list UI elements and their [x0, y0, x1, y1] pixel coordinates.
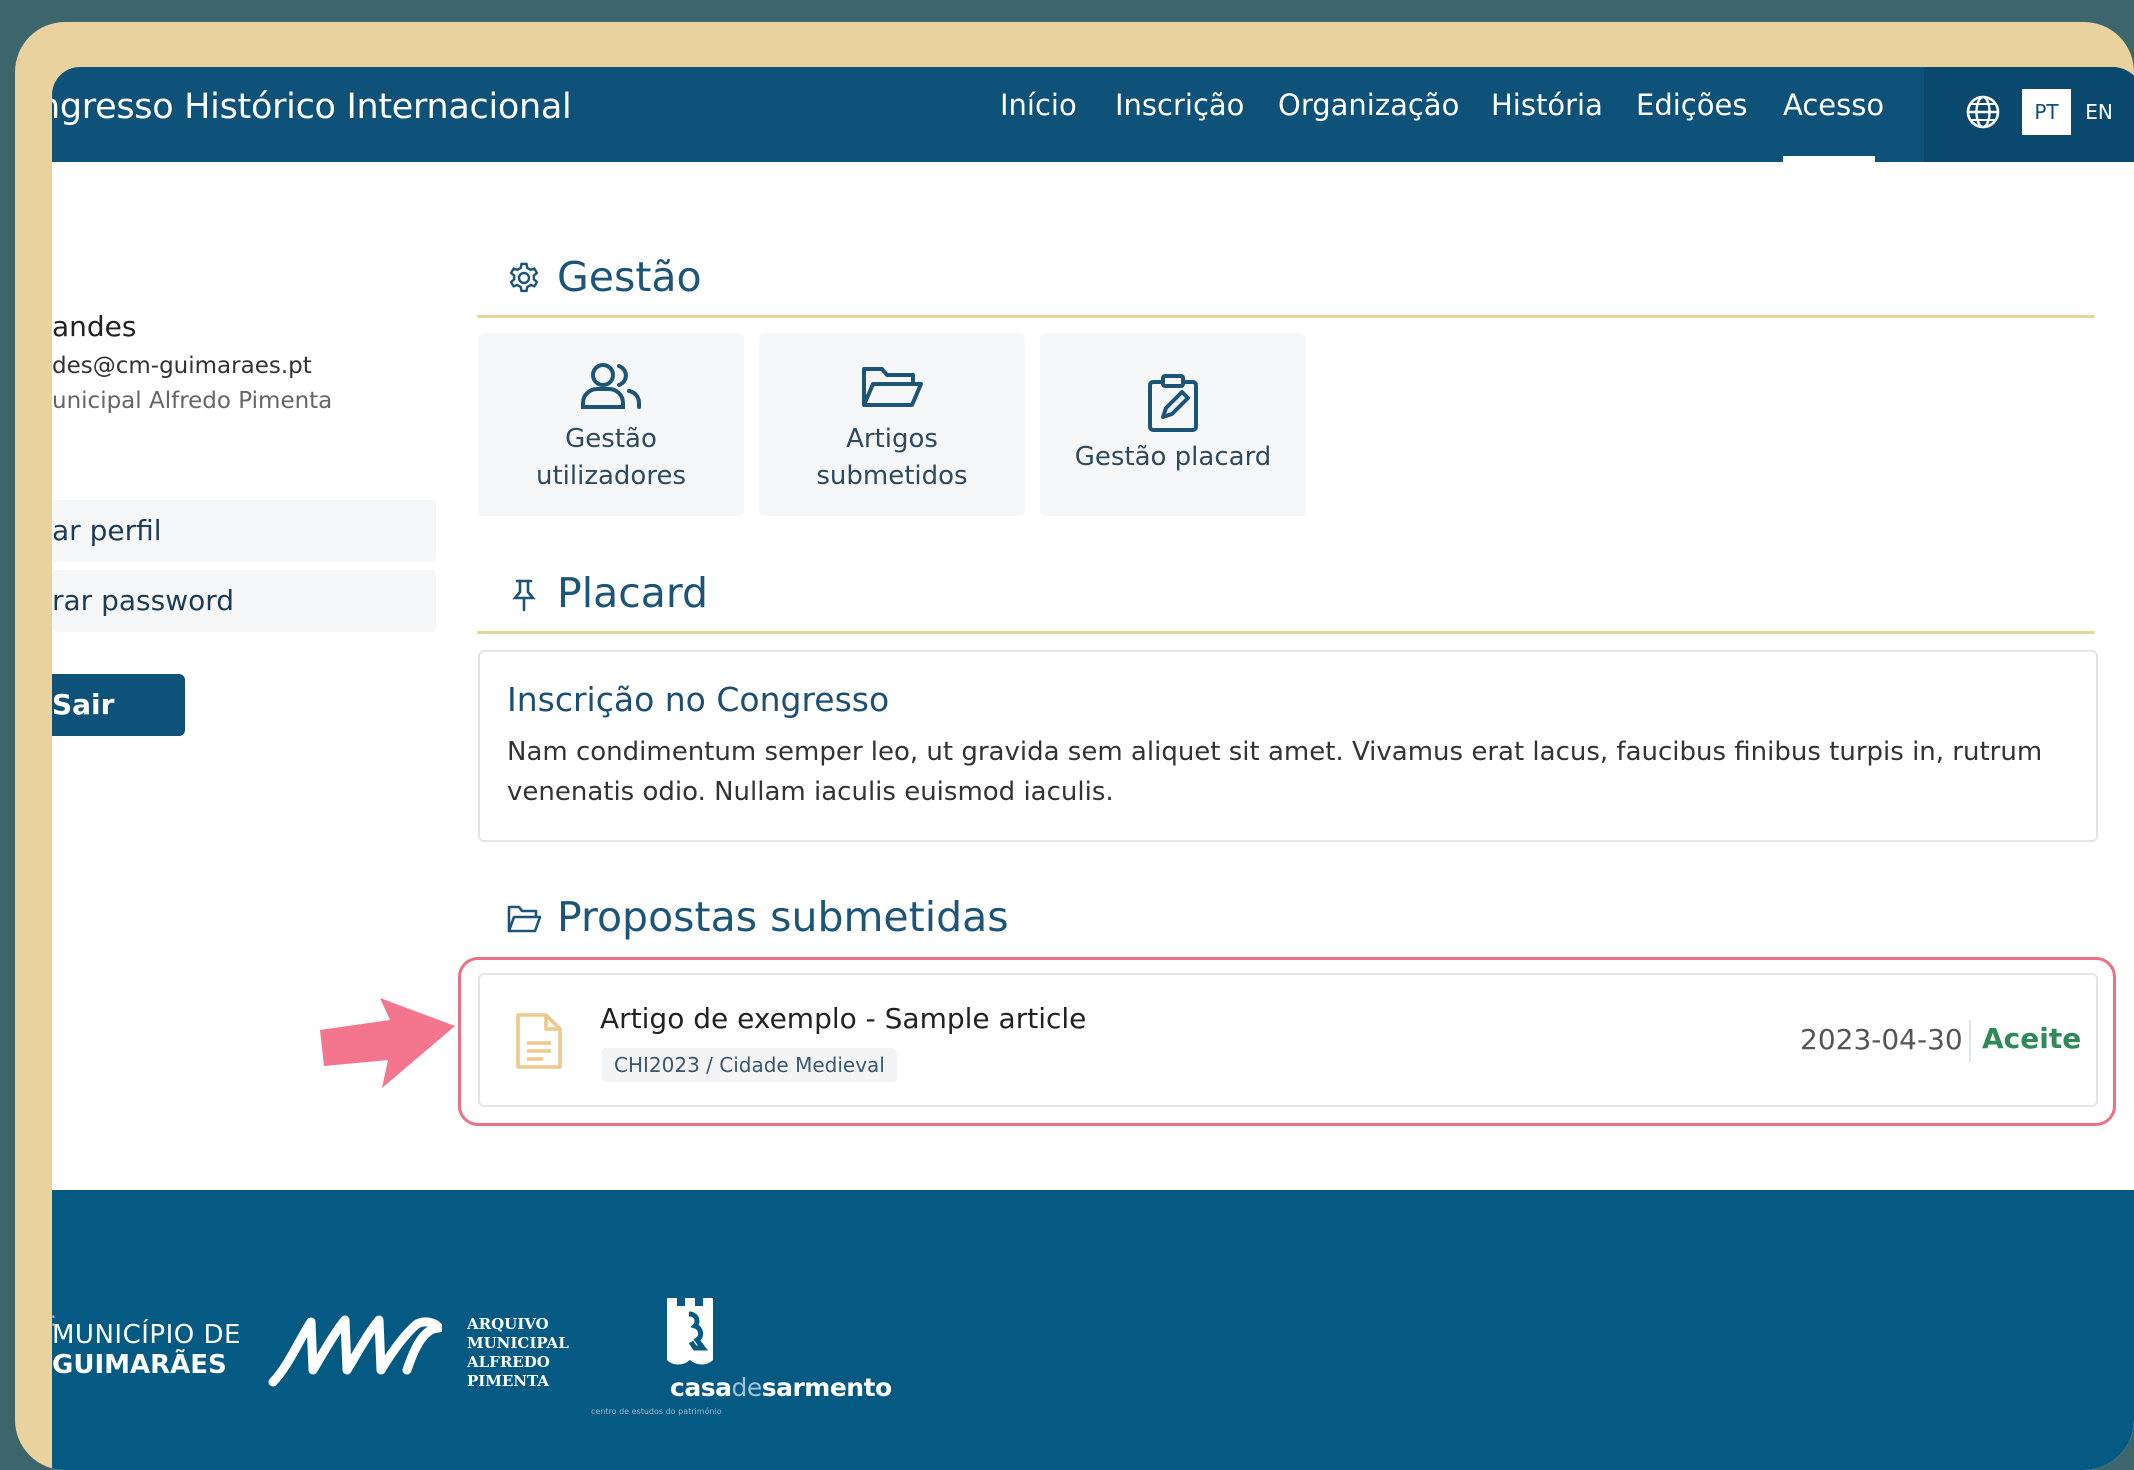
arquivo-municipal-logo[interactable] [267, 1310, 442, 1395]
nav-organizacao[interactable]: Organização [1278, 88, 1459, 122]
nav-inicio[interactable]: Início [1000, 88, 1077, 122]
footer: : MUNICÍPIO DE GUIMARÃES ARQUIVO MUNICIP… [52, 1190, 2134, 1470]
casa-sarmento-subtitle: centro de estudos do património [591, 1407, 722, 1416]
tile-label-line1: Gestão placard [1074, 442, 1272, 472]
globe-icon[interactable] [1965, 94, 2001, 130]
tile-label-line2: utilizadores [536, 461, 686, 491]
placard-divider [477, 631, 2095, 634]
casa-text-a: casa [670, 1373, 732, 1402]
lang-en-button[interactable]: EN [2073, 89, 2125, 135]
user-email: des@cm-guimaraes.pt [52, 353, 312, 379]
pointer-arrow-icon [320, 998, 455, 1088]
change-password-button[interactable]: rar password [52, 570, 436, 632]
propostas-title: Propostas submetidas [557, 893, 1009, 941]
nav-inscricao[interactable]: Inscrição [1115, 88, 1244, 122]
nav-acesso[interactable]: Acesso [1783, 88, 1884, 122]
gear-icon [509, 262, 539, 293]
casa-sarmento-logo[interactable] [659, 1292, 729, 1372]
arquivo-line: MUNICIPAL [467, 1334, 569, 1352]
edit-profile-label: ar perfil [52, 514, 162, 547]
tile-artigos-submetidos[interactable]: Artigos submetidos [759, 333, 1025, 516]
placard-card: Inscrição no Congresso Nam condimentum s… [478, 650, 2098, 842]
screenshot-frame: ngresso Histórico Internacional Início I… [15, 22, 2134, 1470]
folder-open-icon [862, 367, 923, 407]
casa-text-c: sarmento [761, 1373, 893, 1402]
arquivo-line: ALFREDO [467, 1353, 550, 1371]
placard-title: Placard [557, 569, 709, 617]
change-password-label: rar password [52, 584, 235, 617]
proposal-item[interactable]: Artigo de exemplo - Sample article CHI20… [478, 973, 2098, 1107]
edit-profile-button[interactable]: ar perfil [52, 500, 436, 562]
arquivo-line: PIMENTA [467, 1372, 550, 1390]
arquivo-municipal-text: ARQUIVO MUNICIPAL ALFREDO PIMENTA [467, 1315, 569, 1391]
municipio-logo-line2[interactable]: GUIMARÃES [52, 1350, 227, 1380]
tile-gestao-placard[interactable]: Gestão placard [1040, 333, 1306, 516]
arquivo-line: ARQUIVO [467, 1315, 549, 1333]
lang-pt-button[interactable]: PT [2022, 89, 2071, 135]
tile-label-line1: Artigos [846, 424, 938, 454]
user-organization: unicipal Alfredo Pimenta [52, 388, 333, 414]
nav-edicoes[interactable]: Edições [1636, 88, 1747, 122]
proposal-status-badge: Aceite [1982, 1022, 2082, 1055]
top-navbar: ngresso Histórico Internacional Início I… [52, 67, 2134, 162]
municipio-logo-line1[interactable]: MUNICÍPIO DE [52, 1320, 241, 1350]
users-icon [581, 363, 642, 409]
casa-text-b: de [731, 1373, 762, 1402]
logout-label: Sair [52, 688, 115, 721]
tile-label-line2: submetidos [816, 461, 968, 491]
placard-card-body: Nam condimentum semper leo, ut gravida s… [507, 737, 2043, 807]
document-icon [516, 1013, 562, 1069]
nav-historia[interactable]: História [1491, 88, 1603, 122]
tile-gestao-utilizadores[interactable]: Gestão utilizadores [478, 333, 744, 516]
gestao-divider [477, 315, 2095, 318]
proposal-separator [1969, 1020, 1971, 1062]
site-title[interactable]: ngresso Histórico Internacional [52, 87, 572, 127]
pin-icon [512, 579, 536, 612]
tile-label-line1: Gestão [565, 424, 657, 454]
nav-active-indicator [1783, 156, 1875, 162]
proposal-title[interactable]: Artigo de exemplo - Sample article [600, 1002, 1086, 1035]
logout-button[interactable]: Sair [52, 674, 185, 736]
folder-open-icon [507, 905, 541, 933]
proposal-date: 2023-04-30 [1800, 1023, 1963, 1056]
placard-card-title: Inscrição no Congresso [507, 680, 890, 719]
proposal-tag: CHI2023 / Cidade Medieval [602, 1048, 897, 1082]
casa-sarmento-text: casadesarmento [670, 1373, 892, 1402]
user-name: andes [52, 310, 137, 343]
clipboard-edit-icon [1148, 374, 1198, 432]
gestao-title: Gestão [557, 253, 702, 301]
browser-viewport: ngresso Histórico Internacional Início I… [52, 67, 2134, 1470]
